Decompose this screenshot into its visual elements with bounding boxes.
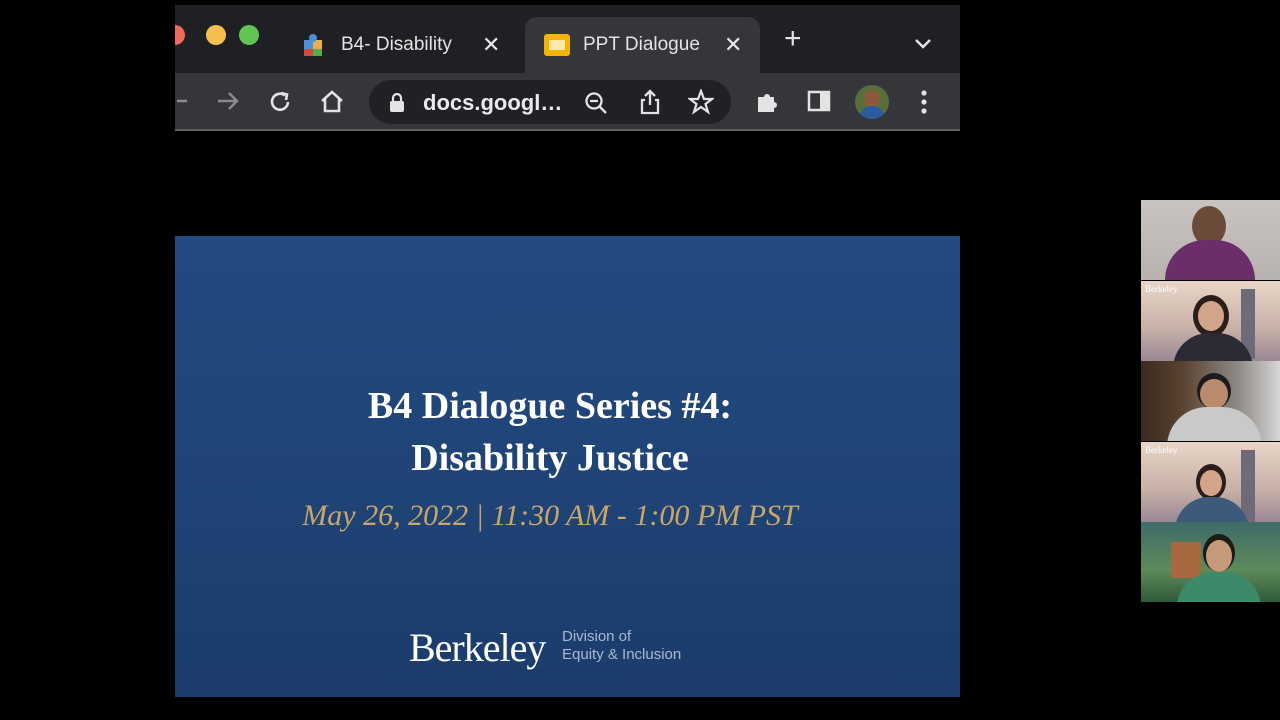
- slide-title-line: Disability Justice: [411, 437, 689, 479]
- new-tab-button[interactable]: +: [784, 24, 802, 54]
- division-line: Equity & Inclusion: [562, 646, 682, 663]
- slides-icon: [544, 34, 570, 56]
- close-window-button[interactable]: [175, 25, 185, 45]
- extensions-puzzle-icon[interactable]: [754, 89, 780, 120]
- participant-body: [1175, 497, 1249, 522]
- participant-face: [1198, 301, 1224, 331]
- slide-title: B4 Dialogue Series #4: Disability Justic…: [175, 380, 925, 484]
- slide-title-line: B4 Dialogue Series #4:: [367, 385, 733, 427]
- puzzle-icon: [304, 34, 322, 56]
- slide-date: May 26, 2022 | 11:30 AM - 1:00 PM PST: [302, 499, 798, 532]
- tab-title: PPT Dialogue: [583, 34, 700, 55]
- browser-toolbar: docs.googl…: [175, 73, 960, 129]
- tab-title: B4- Disability: [341, 34, 452, 55]
- share-icon[interactable]: [639, 89, 661, 115]
- url-text: docs.googl…: [423, 90, 563, 115]
- participant-video-tile[interactable]: [1141, 522, 1280, 602]
- background-label: Berkeley: [1145, 284, 1178, 294]
- profile-avatar[interactable]: [855, 85, 889, 119]
- chevron-down-icon: [915, 39, 931, 49]
- participant-face: [1200, 470, 1222, 496]
- bookmark-star-icon[interactable]: [688, 89, 714, 115]
- tab-close-icon[interactable]: ✕: [724, 32, 742, 58]
- tab-search-button[interactable]: [914, 31, 932, 55]
- zoom-out-icon[interactable]: [584, 91, 608, 115]
- participant-video-tile[interactable]: [1141, 361, 1280, 441]
- reload-icon[interactable]: [267, 89, 293, 120]
- tab-close-icon[interactable]: ✕: [482, 32, 500, 58]
- address-bar[interactable]: docs.googl…: [369, 80, 731, 124]
- participant-video-tile[interactable]: Berkeley: [1141, 281, 1280, 361]
- home-icon[interactable]: [319, 89, 345, 120]
- participant-face: [1200, 379, 1228, 409]
- division-label: Division of Equity & Inclusion: [562, 628, 681, 664]
- tab-strip: B4- Disability ✕ PPT Dialogue ✕ +: [175, 5, 960, 73]
- back-arrow-icon[interactable]: [175, 89, 187, 118]
- side-panel-icon[interactable]: [807, 89, 831, 118]
- browser-window: B4- Disability ✕ PPT Dialogue ✕ + docs.g…: [175, 5, 960, 715]
- minimize-window-button[interactable]: [206, 25, 226, 45]
- participant-video-tile[interactable]: [1141, 200, 1280, 280]
- more-menu-icon[interactable]: [919, 89, 929, 120]
- tab-b4-disability[interactable]: B4- Disability ✕: [301, 17, 521, 73]
- presentation-slide: B4 Dialogue Series #4: Disability Justic…: [175, 236, 960, 697]
- participant-body: [1165, 240, 1255, 280]
- toolbar-divider: [175, 129, 960, 131]
- background-label: Berkeley: [1145, 445, 1178, 455]
- lock-icon: [390, 93, 404, 112]
- participant-face: [1206, 540, 1232, 572]
- berkeley-wordmark: Berkeley: [409, 625, 546, 670]
- participant-body: [1167, 407, 1262, 441]
- tab-ppt-dialogue[interactable]: PPT Dialogue ✕: [525, 17, 760, 73]
- maximize-window-button[interactable]: [239, 25, 259, 45]
- division-line: Division of: [562, 628, 632, 645]
- background-house: [1171, 542, 1201, 578]
- participant-video-tile[interactable]: Berkeley: [1141, 442, 1280, 522]
- forward-arrow-icon[interactable]: [215, 89, 241, 118]
